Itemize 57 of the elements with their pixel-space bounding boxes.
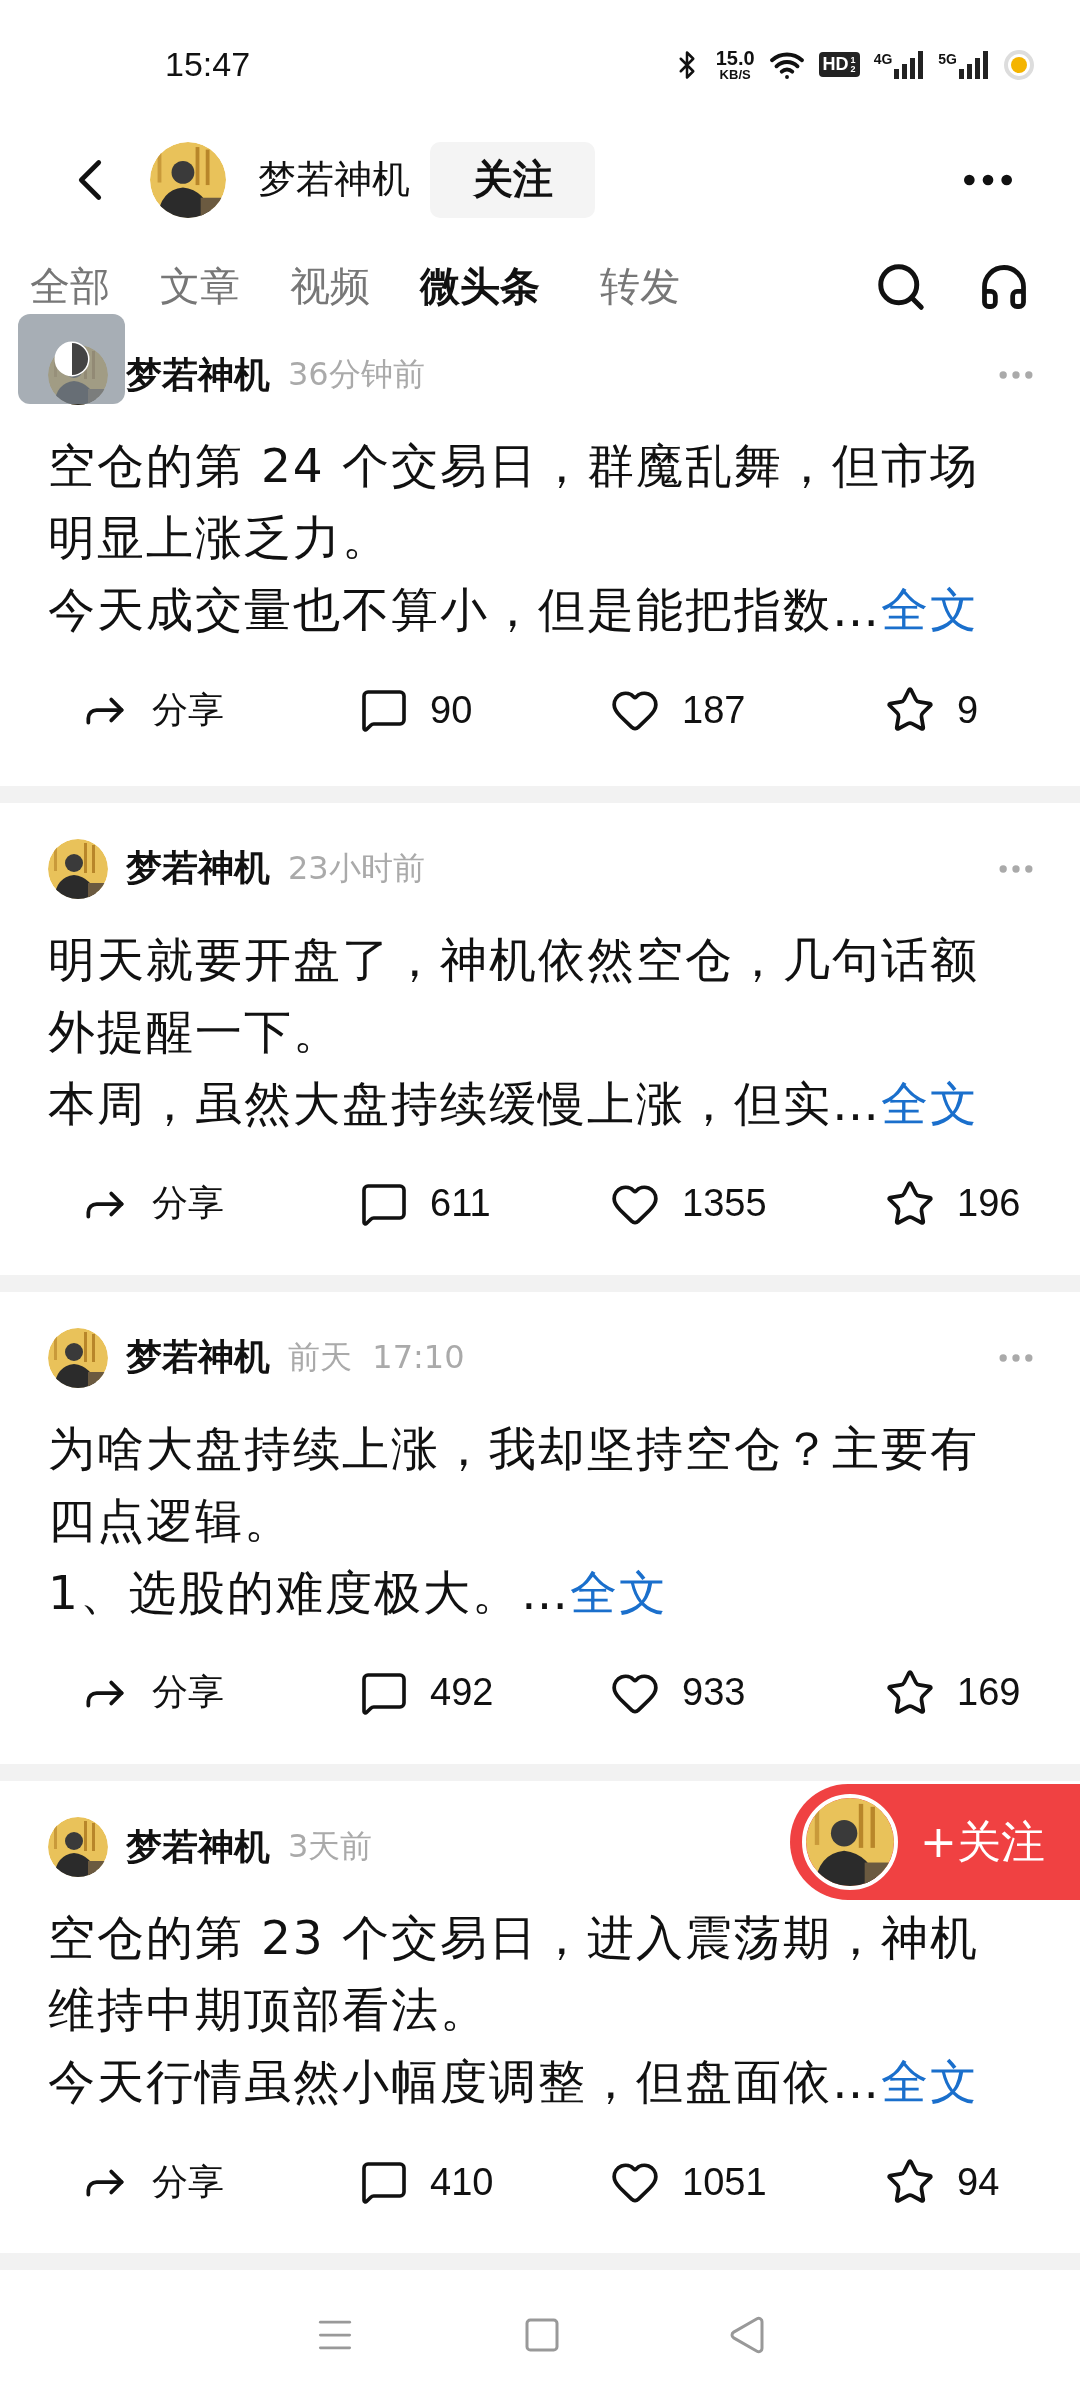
profile-name: 梦若神机 bbox=[258, 156, 410, 204]
author-name: 梦若神机 bbox=[126, 846, 270, 891]
post-text: 为啥大盘持续上涨，我却坚持空仓？主要有 bbox=[48, 1419, 980, 1478]
share-button[interactable]: 分享 bbox=[80, 1667, 224, 1718]
signal-icon bbox=[894, 50, 925, 79]
floating-toggle[interactable] bbox=[18, 313, 125, 404]
tab[interactable]: 文章 bbox=[160, 259, 240, 315]
post-text: 空仓的第 23 个交易日，进入震荡期，神机 bbox=[48, 1909, 980, 1968]
full-text-link[interactable]: 全文 bbox=[881, 574, 979, 647]
post-time: 前天 17:10 bbox=[288, 1336, 465, 1378]
like-button[interactable]: 187 bbox=[610, 685, 746, 736]
like-button[interactable]: 933 bbox=[610, 1667, 746, 1718]
full-text-link[interactable]: 全文 bbox=[881, 2046, 979, 2119]
post-text: 本周，虽然大盘持续缓慢上涨，但实… bbox=[48, 1074, 881, 1133]
battery-icon bbox=[1003, 48, 1035, 81]
signal-icon bbox=[959, 50, 989, 79]
comment-button[interactable]: 611 bbox=[360, 1179, 491, 1228]
full-text-link[interactable]: 全文 bbox=[881, 1067, 979, 1140]
tab[interactable]: 微头条 bbox=[420, 259, 540, 315]
post-text: 今天行情虽然小幅度调整，但盘面依… bbox=[48, 2053, 881, 2112]
post-text: 1、选股的难度极大。… bbox=[48, 1563, 570, 1622]
favorite-button[interactable]: 169 bbox=[885, 1667, 1021, 1718]
comment-button[interactable]: 492 bbox=[360, 1668, 494, 1717]
post-text: 明天就要开盘了，神机依然空仓，几句话额 bbox=[48, 930, 980, 989]
tab[interactable]: 转发 bbox=[600, 259, 680, 315]
status-time: 15:47 bbox=[165, 45, 251, 85]
network-type: 4G bbox=[873, 50, 893, 67]
speed-unit: KB/S bbox=[719, 68, 751, 82]
network-speed: 15.0 bbox=[715, 48, 755, 69]
like-button[interactable]: 1355 bbox=[610, 1178, 767, 1229]
post-text: 空仓的第 24 个交易日，群魔乱舞，但市场 bbox=[48, 437, 980, 496]
favorite-button[interactable]: 196 bbox=[885, 1178, 1021, 1229]
post-text: 外提醒一下。 bbox=[48, 1002, 343, 1061]
favorite-button[interactable]: 9 bbox=[885, 685, 979, 736]
post-text: 维持中期顶部看法。 bbox=[48, 1981, 490, 2040]
post-time: 36分钟前 bbox=[288, 354, 425, 396]
network-type: 5G bbox=[938, 50, 957, 67]
share-button[interactable]: 分享 bbox=[80, 2157, 224, 2208]
post-text: 今天成交量也不算小，但是能把指数… bbox=[48, 581, 881, 640]
full-text-link[interactable]: 全文 bbox=[569, 1556, 668, 1629]
author-name: 梦若神机 bbox=[126, 352, 270, 397]
tab[interactable]: 视频 bbox=[290, 259, 370, 315]
floating-follow-button[interactable]: +关注 bbox=[790, 1784, 1080, 1900]
author-name: 梦若神机 bbox=[126, 1824, 270, 1869]
post-text: 明显上涨乏力。 bbox=[48, 509, 392, 568]
share-button[interactable]: 分享 bbox=[80, 685, 224, 736]
post-text: 四点逻辑。 bbox=[48, 1491, 294, 1550]
post-time: 23小时前 bbox=[288, 847, 425, 889]
post-time: 3天前 bbox=[288, 1826, 373, 1868]
comment-button[interactable]: 410 bbox=[360, 2158, 494, 2207]
author-name: 梦若神机 bbox=[126, 1335, 270, 1380]
tab[interactable]: 全部 bbox=[30, 259, 110, 315]
like-button[interactable]: 1051 bbox=[610, 2157, 767, 2208]
favorite-button[interactable]: 94 bbox=[885, 2157, 1000, 2208]
comment-button[interactable]: 90 bbox=[360, 686, 473, 735]
share-button[interactable]: 分享 bbox=[80, 1178, 224, 1229]
follow-button[interactable]: 关注 bbox=[430, 141, 595, 218]
